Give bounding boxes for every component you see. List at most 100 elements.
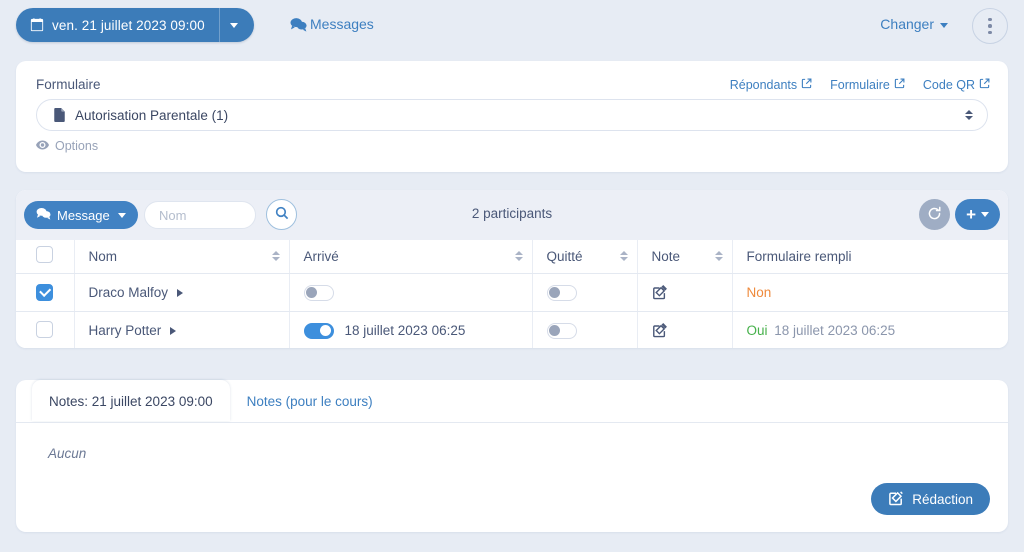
participants-card: Message 2 participants (16, 190, 1008, 348)
form-select[interactable]: Autorisation Parentale (1) (36, 99, 988, 131)
form-select-value: Autorisation Parentale (1) (75, 107, 229, 123)
messages-link[interactable]: Messages (290, 16, 374, 32)
date-selector-button[interactable]: ven. 21 juillet 2023 09:00 (16, 8, 254, 42)
column-header-select (16, 240, 75, 274)
select-all-checkbox[interactable] (36, 246, 53, 263)
participant-name[interactable]: Draco Malfoy (75, 285, 289, 300)
form-card-links: Répondants Formulaire Code QR (730, 78, 990, 92)
form-timestamp: 18 juillet 2023 06:25 (774, 323, 896, 338)
calendar-check-icon (30, 18, 44, 32)
edit-note-icon[interactable] (638, 323, 732, 338)
participants-table: Nom Arrivé Quitté Note Formulaire rempli… (16, 240, 1008, 348)
row-note-cell (637, 273, 733, 312)
external-link-icon (894, 78, 905, 92)
link-formulaire-label: Formulaire (830, 78, 890, 92)
column-header-arrive-label: Arrivé (303, 248, 339, 264)
sort-updown-icon[interactable] (714, 251, 723, 261)
row-select-cell (16, 311, 75, 348)
row-select-cell (16, 273, 75, 312)
quitte-toggle[interactable] (546, 284, 577, 301)
redaction-button-label: Rédaction (912, 491, 973, 507)
more-options-button[interactable] (972, 8, 1008, 44)
options-toggle[interactable]: Options (36, 139, 98, 153)
top-bar: ven. 21 juillet 2023 09:00 Messages Chan… (0, 0, 1024, 54)
messages-label: Messages (310, 16, 374, 32)
tab-notes-course[interactable]: Notes (pour le cours) (230, 380, 390, 421)
tabs-underline (16, 422, 1008, 423)
form-status: Oui (746, 323, 768, 338)
chevron-down-icon[interactable] (220, 8, 248, 42)
participants-toolbar: Message 2 participants (16, 190, 1008, 240)
column-header-arrive[interactable]: Arrivé (289, 240, 533, 274)
row-name-cell: Harry Potter (74, 311, 290, 348)
date-label: ven. 21 juillet 2023 09:00 (52, 17, 205, 33)
eye-icon (36, 139, 49, 153)
ellipsis-vertical-icon (988, 24, 992, 28)
sort-updown-icon[interactable] (271, 251, 280, 261)
file-icon (53, 108, 66, 122)
column-header-nom[interactable]: Nom (74, 240, 290, 274)
row-formulaire-cell: Oui 18 juillet 2023 06:25 (732, 311, 1008, 348)
row-name-cell: Draco Malfoy (74, 273, 290, 312)
column-header-formulaire-label: Formulaire rempli (746, 248, 852, 264)
link-repondants-label: Répondants (729, 78, 798, 92)
arrive-toggle[interactable] (303, 284, 334, 301)
ellipsis-vertical-icon (988, 17, 992, 22)
redaction-button[interactable]: Rédaction (871, 483, 990, 515)
edit-note-icon[interactable] (638, 285, 732, 300)
link-code-qr-label: Code QR (922, 78, 975, 92)
search-icon (275, 206, 289, 223)
quitte-toggle[interactable] (546, 322, 577, 339)
name-filter-input[interactable] (144, 201, 256, 229)
notes-card: Notes: 21 juillet 2023 09:00 Notes (pour… (16, 380, 1008, 532)
form-status: Non (746, 285, 772, 300)
link-repondants[interactable]: Répondants (730, 78, 812, 92)
tab-notes-session[interactable]: Notes: 21 juillet 2023 09:00 (32, 380, 230, 421)
chevron-down-icon (940, 22, 948, 28)
chevron-right-icon[interactable] (177, 288, 184, 297)
ellipsis-vertical-icon (988, 30, 992, 35)
row-arrive-cell: 18 juillet 2023 06:25 (289, 311, 533, 348)
column-header-formulaire: Formulaire rempli (732, 240, 1008, 274)
notes-tabs: Notes: 21 juillet 2023 09:00 Notes (pour… (16, 380, 390, 421)
row-checkbox[interactable] (36, 284, 53, 302)
sort-updown-icon[interactable] (514, 251, 523, 261)
refresh-icon (927, 206, 942, 224)
add-participant-button[interactable]: + (955, 199, 1000, 230)
link-code-qr[interactable]: Code QR (923, 78, 990, 92)
table-header-row: Nom Arrivé Quitté Note Formulaire rempli (16, 240, 1008, 274)
row-checkbox[interactable] (36, 320, 53, 338)
options-label: Options (55, 139, 99, 153)
message-dropdown-button[interactable]: Message (24, 201, 138, 229)
arrive-timestamp: 18 juillet 2023 06:25 (344, 323, 466, 338)
table-row: Harry Potter 18 juillet 2023 06:25 Oui 1… (16, 311, 1008, 348)
changer-label: Changer (880, 16, 934, 32)
chevron-down-icon (117, 212, 126, 218)
row-note-cell (637, 311, 733, 348)
column-header-quitte[interactable]: Quitté (532, 240, 638, 274)
row-quitte-cell (532, 273, 638, 312)
participant-name[interactable]: Harry Potter (75, 323, 289, 338)
app-root: ven. 21 juillet 2023 09:00 Messages Chan… (0, 0, 1024, 552)
refresh-button[interactable] (919, 199, 950, 230)
form-card-title: Formulaire (36, 77, 101, 92)
changer-dropdown[interactable]: Changer (880, 16, 948, 32)
form-card: Formulaire Répondants Formulaire Code QR… (16, 61, 1008, 172)
chevron-right-icon[interactable] (170, 326, 177, 335)
column-header-note-label: Note (651, 248, 681, 264)
column-header-nom-label: Nom (88, 248, 118, 264)
search-button[interactable] (266, 199, 297, 230)
plus-icon: + (966, 205, 976, 224)
participant-name-label: Draco Malfoy (88, 285, 169, 300)
row-arrive-cell (289, 273, 533, 312)
sort-updown-icon[interactable] (619, 251, 628, 261)
link-formulaire[interactable]: Formulaire (830, 78, 905, 92)
arrive-toggle[interactable] (303, 322, 334, 339)
participant-name-label: Harry Potter (88, 323, 162, 338)
comments-icon (36, 207, 51, 223)
row-formulaire-cell: Non (732, 273, 1008, 312)
row-quitte-cell (532, 311, 638, 348)
comments-icon (290, 17, 307, 32)
external-link-icon (979, 78, 990, 92)
column-header-note[interactable]: Note (637, 240, 733, 274)
